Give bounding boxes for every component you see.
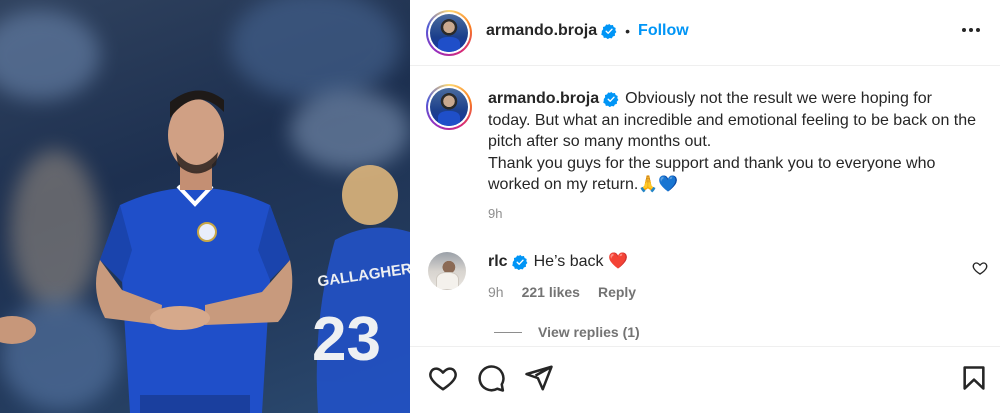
post-details-panel: armando.broja • Follow armando.broja Obv… [410,0,1000,413]
post-caption: armando.broja Obviously not the result w… [488,88,978,196]
comment-row: rlc He’s back ❤️ [488,251,628,273]
caption-emoji: 🙏💙 [638,176,679,193]
caption-author-avatar[interactable] [426,84,472,130]
post-action-bar [410,346,1000,413]
comment-like-heart-icon[interactable] [972,260,988,276]
more-options-icon[interactable] [960,22,982,38]
post-photo[interactable]: 23 GALLAGHER [0,0,410,413]
caption-text-2: Thank you guys for the support and thank… [488,154,936,194]
author-avatar[interactable] [426,10,472,56]
commenter-username[interactable]: rlc [488,253,508,270]
post-header: armando.broja • Follow [410,0,1000,66]
view-replies-label: View replies (1) [538,324,640,340]
view-replies-button[interactable]: View replies (1) [494,324,640,340]
comment-timestamp[interactable]: 9h [488,284,504,300]
comment-emoji: ❤️ [608,253,628,270]
replies-divider-line [494,331,522,333]
separator-dot: • [625,23,631,39]
share-icon[interactable] [524,363,554,393]
players-illustration: 23 GALLAGHER [0,90,410,413]
caption-username[interactable]: armando.broja [488,90,599,107]
comment-reply-button[interactable]: Reply [598,284,636,300]
follow-button[interactable]: Follow [638,22,689,40]
second-player: 23 GALLAGHER [312,165,410,413]
verified-badge-icon [603,91,619,107]
commenter-avatar[interactable] [428,252,466,290]
bookmark-icon[interactable] [960,363,988,393]
comment-text: He’s back [533,253,604,270]
comment-icon[interactable] [476,363,506,393]
comment-meta: 9h 221 likes Reply [488,284,636,300]
main-player [96,90,293,413]
verified-badge-icon [511,254,527,270]
heart-icon[interactable] [428,363,458,393]
author-username[interactable]: armando.broja [486,22,597,40]
verified-badge-icon [601,23,617,39]
shirt-number: 23 [312,305,381,374]
comment-likes[interactable]: 221 likes [522,284,580,300]
caption-timestamp[interactable]: 9h [488,206,502,221]
